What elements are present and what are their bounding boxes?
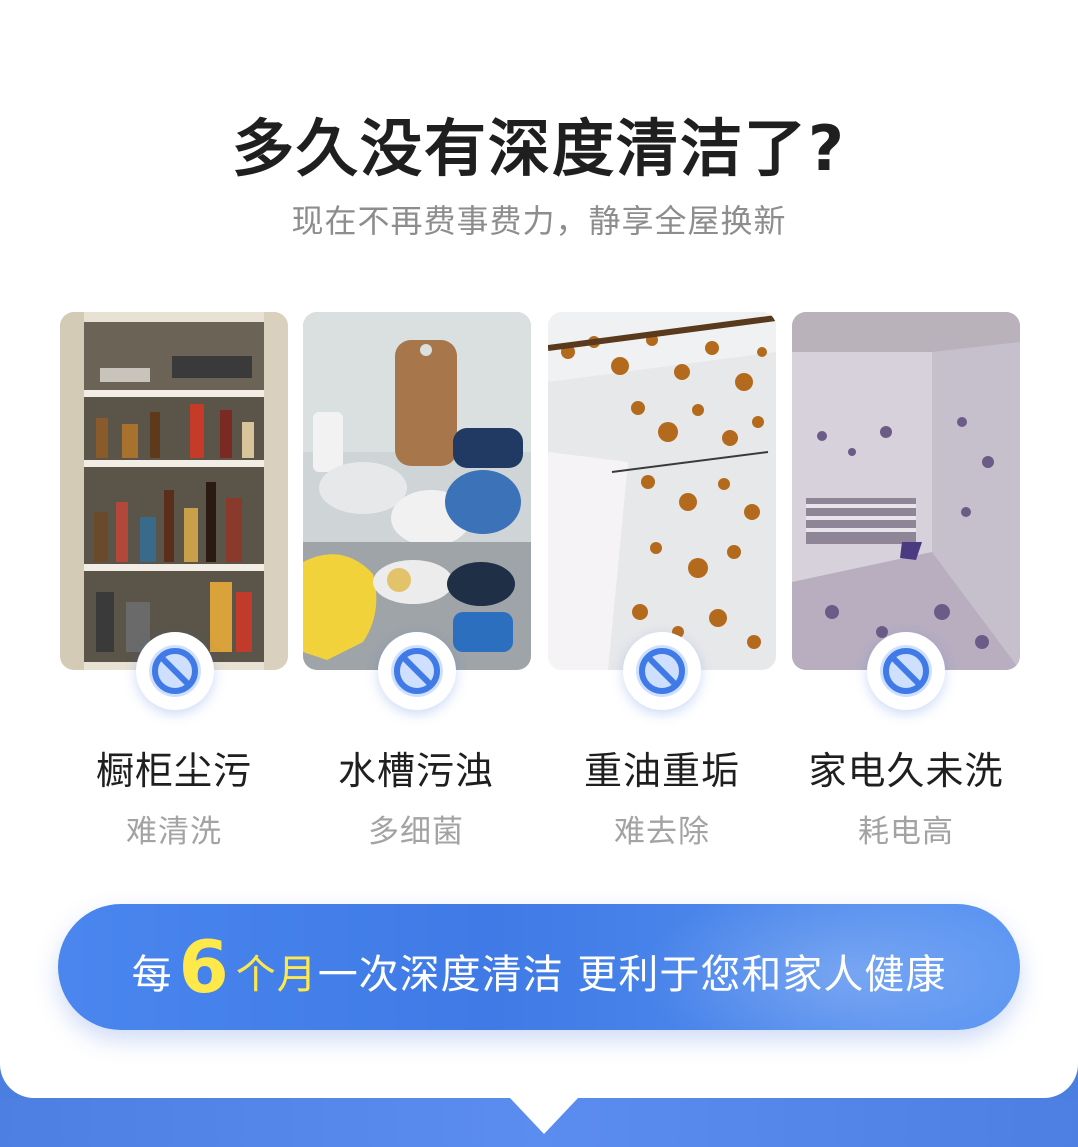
sink-photo (303, 312, 531, 670)
fridge-photo (792, 312, 1020, 670)
problem-subtitle: 难去除 (614, 814, 710, 850)
banner-message: 一次深度清洁 更利于您和家人健康 (317, 952, 947, 998)
problem-title: 水槽污浊 (337, 749, 494, 793)
banner-text: 每6 个月一次深度清洁 更利于您和家人健康 (58, 904, 1020, 1030)
problem-subtitle: 难清洗 (126, 814, 222, 850)
problem-title: 橱柜尘污 (95, 749, 252, 793)
down-arrow-notch (510, 1098, 578, 1134)
problem-title: 重油重垢 (583, 749, 740, 793)
banner-unit: 个月 (235, 952, 318, 998)
problem-subtitle: 耗电高 (858, 814, 954, 850)
banner-number: 6 (178, 925, 230, 1009)
banner-prefix: 每 (131, 952, 173, 998)
ban-icon (136, 632, 214, 710)
problem-title: 家电久未洗 (808, 749, 1004, 793)
page-title: 多久没有深度清洁了? (232, 112, 846, 185)
grease-photo (548, 312, 776, 670)
page-subtitle: 现在不再费事费力，静享全屋换新 (291, 202, 787, 240)
problem-subtitle: 多细菌 (368, 814, 464, 850)
cabinet-photo (60, 312, 288, 670)
ban-icon (867, 632, 945, 710)
ban-icon (378, 632, 456, 710)
ban-icon (623, 632, 701, 710)
card-top (0, 0, 1078, 40)
content-card: 多久没有深度清洁了? 现在不再费事费力，静享全屋换新 橱柜尘污 难清洗 水槽污浊… (0, 0, 1078, 1098)
cleaning-frequency-banner: 每6 个月一次深度清洁 更利于您和家人健康 (58, 904, 1020, 1030)
